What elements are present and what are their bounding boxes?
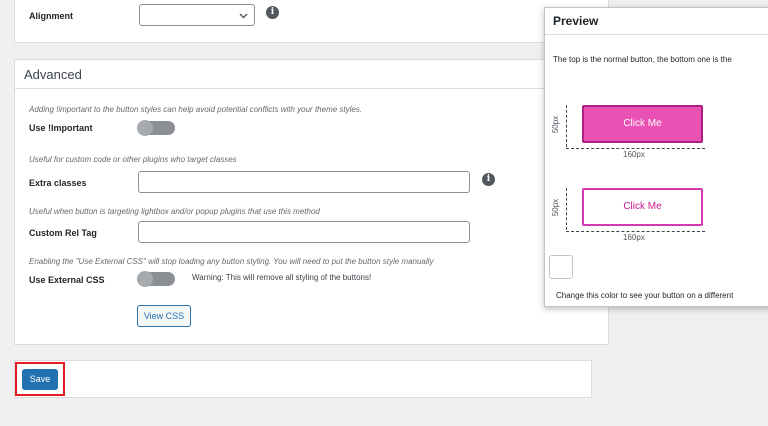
advanced-title: Advanced: [24, 67, 82, 82]
rel-tag-hint: Useful when button is targeting lightbox…: [29, 207, 320, 216]
width-dimension-line: [566, 231, 705, 232]
important-label: Use !Important: [29, 123, 93, 133]
alignment-label: Alignment: [29, 11, 73, 21]
height-dimension-line: [566, 105, 567, 147]
width-label: 160px: [623, 150, 645, 159]
normal-button[interactable]: Click Me: [582, 105, 703, 143]
alignment-panel: Alignment i: [14, 0, 609, 43]
save-button[interactable]: Save: [22, 369, 58, 390]
external-css-label: Use External CSS: [29, 275, 105, 285]
external-css-warning: Warning: This will remove all styling of…: [192, 273, 372, 282]
extra-classes-label: Extra classes: [29, 178, 87, 188]
advanced-panel: Advanced Adding !important to the button…: [14, 59, 609, 345]
preview-description: The top is the normal button, the bottom…: [553, 55, 732, 64]
width-label: 160px: [623, 233, 645, 242]
info-icon[interactable]: i: [482, 173, 495, 186]
external-css-hint: Enabling the "Use External CSS" will sto…: [29, 257, 434, 266]
preview-header: Preview: [545, 8, 768, 35]
rel-tag-input[interactable]: [138, 221, 470, 243]
important-hint: Adding !important to the button styles c…: [29, 105, 363, 114]
info-icon[interactable]: i: [266, 6, 279, 19]
color-hint: Change this color to see your button on …: [556, 291, 734, 300]
height-label: 50px: [551, 198, 561, 217]
save-bar: [14, 360, 592, 398]
preview-title: Preview: [553, 14, 599, 28]
preview-panel: Preview The top is the normal button, th…: [544, 7, 768, 307]
external-css-toggle[interactable]: [137, 271, 175, 287]
advanced-header: Advanced: [15, 60, 608, 89]
background-color-swatch[interactable]: [549, 255, 573, 279]
view-css-button[interactable]: View CSS: [137, 305, 191, 327]
important-toggle[interactable]: [137, 120, 175, 136]
extra-classes-hint: Useful for custom code or other plugins …: [29, 155, 237, 164]
height-label: 50px: [551, 115, 561, 134]
chevron-down-icon: [239, 13, 248, 19]
rel-tag-label: Custom Rel Tag: [29, 228, 97, 238]
hover-button[interactable]: Click Me: [582, 188, 703, 226]
height-dimension-line: [566, 188, 567, 230]
extra-classes-input[interactable]: [138, 171, 470, 193]
width-dimension-line: [566, 148, 705, 149]
alignment-select[interactable]: [139, 4, 255, 26]
